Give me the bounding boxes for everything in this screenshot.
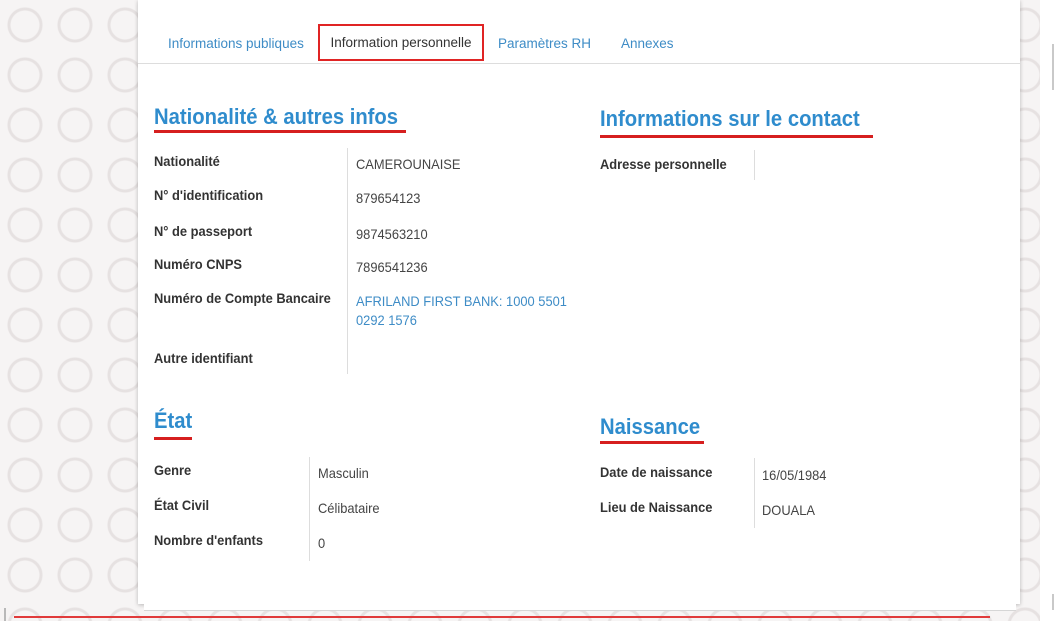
children-count-label: Nombre d'enfants xyxy=(154,532,263,548)
scroll-tick xyxy=(1052,44,1054,90)
marital-status-label: État Civil xyxy=(154,497,210,513)
birth-date-label: Date de naissance xyxy=(600,464,713,480)
birth-date-value[interactable]: 16/05/1984 xyxy=(762,467,826,483)
id-number-label: N° d'identification xyxy=(154,187,264,203)
birth-section-title: Naissance xyxy=(600,414,701,439)
passport-number-value[interactable]: 9874563210 xyxy=(356,226,428,242)
gender-label: Genre xyxy=(154,462,192,478)
other-identifier-label: Autre identifiant xyxy=(154,350,253,366)
bank-account-label: Numéro de Compte Bancaire xyxy=(154,290,331,306)
status-title-underline xyxy=(154,437,192,440)
cnps-number-value[interactable]: 7896541236 xyxy=(356,259,428,275)
personal-address-label: Adresse personnelle xyxy=(600,156,727,172)
nationality-column-divider xyxy=(347,148,348,374)
status-column-divider xyxy=(309,457,310,561)
nationality-label: Nationalité xyxy=(154,153,220,169)
birth-column-divider xyxy=(754,458,755,528)
nationality-value[interactable]: CAMEROUNAISE xyxy=(356,156,460,172)
birth-place-label: Lieu de Naissance xyxy=(600,499,713,515)
marital-status-value[interactable]: Célibataire xyxy=(318,500,380,516)
passport-number-label: N° de passeport xyxy=(154,223,253,239)
contact-section-title: Informations sur le contact xyxy=(600,106,860,131)
tab-hr-settings[interactable]: Paramètres RH xyxy=(498,36,591,51)
children-count-value[interactable]: 0 xyxy=(318,535,325,551)
nationality-section-title: Nationalité & autres infos xyxy=(154,104,399,129)
panel-footer-edge xyxy=(144,604,1016,611)
right-edge-strip xyxy=(1040,0,1058,621)
contact-title-underline xyxy=(600,135,873,138)
bank-account-link[interactable]: AFRILAND FIRST BANK: 1000 5501 0292 1576 xyxy=(356,292,581,330)
birth-place-value[interactable]: DOUALA xyxy=(762,502,815,518)
status-section-title: État xyxy=(154,408,193,433)
id-number-value[interactable]: 879654123 xyxy=(356,190,420,206)
contact-column-divider xyxy=(754,150,755,180)
tab-bar: Informations publiques Information perso… xyxy=(138,0,1020,64)
gender-value[interactable]: Masculin xyxy=(318,465,369,481)
cnps-number-label: Numéro CNPS xyxy=(154,256,243,272)
tab-public-info[interactable]: Informations publiques xyxy=(168,36,304,51)
nationality-title-underline xyxy=(154,130,406,133)
bottom-red-rule xyxy=(14,616,990,618)
tab-attachments[interactable]: Annexes xyxy=(621,36,674,51)
employee-form-panel: Informations publiques Information perso… xyxy=(138,0,1020,604)
left-edge-tick xyxy=(4,608,6,621)
tab-personal-info[interactable]: Information personnelle xyxy=(318,24,484,61)
birth-title-underline xyxy=(600,441,704,444)
scroll-tick xyxy=(1052,594,1054,610)
